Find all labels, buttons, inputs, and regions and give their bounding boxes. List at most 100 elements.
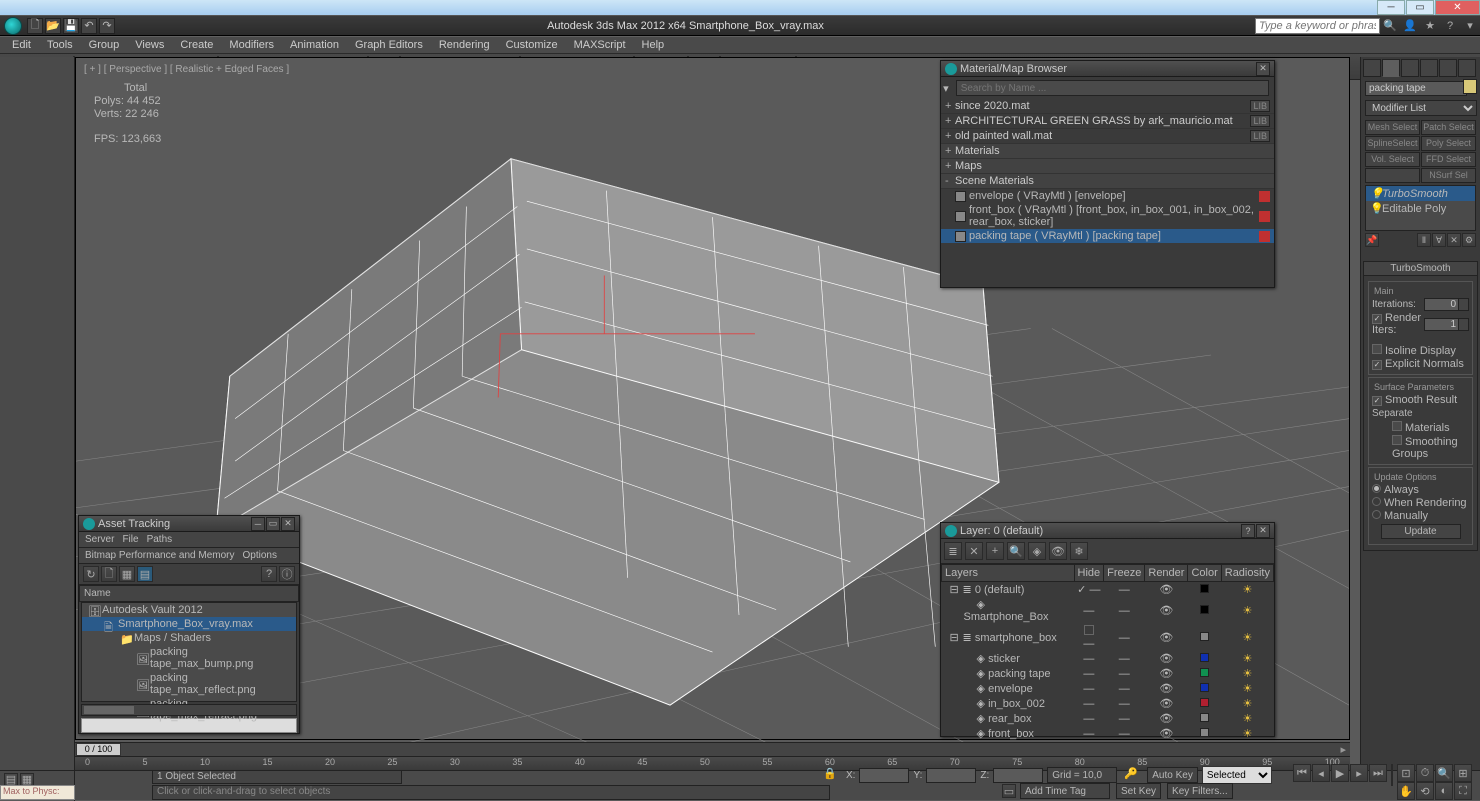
modify-tab[interactable] <box>1382 59 1400 77</box>
configure-button[interactable]: ⚙ <box>1462 233 1476 247</box>
asset-tree-item[interactable]: 📁Maps / Shaders <box>82 631 296 645</box>
layer-col-hide[interactable]: Hide <box>1074 565 1104 582</box>
layer-row[interactable]: ⊟ ≣ smartphone_box ——👁☀ <box>942 624 1274 651</box>
update-manual-radio[interactable] <box>1372 510 1381 519</box>
layer-hide-button[interactable]: 👁 <box>1049 542 1067 560</box>
asset-tree-item[interactable]: 🖼packing tape_max_reflect.png <box>82 671 296 697</box>
maximize-icon[interactable]: ▭ <box>266 517 280 531</box>
display-tab[interactable] <box>1439 59 1457 77</box>
layer-table[interactable]: LayersHideFreezeRenderColorRadiosity⊟ ≣ … <box>941 564 1274 756</box>
layer-row[interactable]: ◈ sticker ——👁☀ <box>942 651 1274 666</box>
spinner-arrows-icon[interactable] <box>1459 318 1469 331</box>
help-search-input[interactable] <box>1255 18 1380 34</box>
layer-freeze-button[interactable]: ❄ <box>1070 542 1088 560</box>
layer-new-button[interactable]: ≣ <box>944 542 962 560</box>
modifier-preset-button[interactable]: Patch Select <box>1421 120 1476 135</box>
orbit-button[interactable]: ⟲ <box>1416 782 1434 800</box>
sep-sg-check[interactable] <box>1392 435 1402 445</box>
next-frame-button[interactable]: ▸ <box>1350 764 1368 782</box>
maxscript-mini-listener[interactable]: Max to Physc: <box>0 785 75 800</box>
asset-tree-item[interactable]: 🖼packing tape_max_bump.png <box>82 645 296 671</box>
modifier-preset-button[interactable]: SplineSelect <box>1365 136 1420 151</box>
isoline-check[interactable] <box>1372 344 1382 354</box>
layer-row[interactable]: ◈ rear_box ——👁☀ <box>942 711 1274 726</box>
layer-select-button[interactable]: 🔍 <box>1007 542 1025 560</box>
coord-x-input[interactable] <box>859 768 909 783</box>
explicit-normals-check[interactable]: ✓ <box>1372 360 1382 370</box>
asset-menu-server[interactable]: Server <box>85 534 114 545</box>
menu-grapheditors[interactable]: Graph Editors <box>347 39 431 51</box>
pin-stack-button[interactable]: 📌 <box>1365 233 1379 247</box>
qa-open-button[interactable]: 📂 <box>45 18 61 34</box>
qa-new-button[interactable]: 🗋 <box>27 18 43 34</box>
asset-tree[interactable]: 🗄Autodesk Vault 2012🗎Smartphone_Box_vray… <box>81 602 297 702</box>
material-lib-row[interactable]: +old painted wall.matLIB <box>941 129 1274 144</box>
iterations-input[interactable] <box>1424 298 1459 311</box>
asset-menu-item[interactable]: Bitmap Performance and Memory <box>85 550 235 561</box>
asset-tree-item[interactable]: 🗎Smartphone_Box_vray.max <box>82 617 296 631</box>
asset-menu-item[interactable]: Options <box>243 550 277 561</box>
prev-frame-button[interactable]: ◂ <box>1312 764 1330 782</box>
sep-materials-check[interactable] <box>1392 421 1402 431</box>
modifier-stack-item[interactable]: 💡Editable Poly <box>1366 201 1475 216</box>
play-button[interactable]: ▶ <box>1331 764 1349 782</box>
autokey-button[interactable]: Auto Key <box>1147 767 1198 783</box>
menu-views[interactable]: Views <box>127 39 172 51</box>
material-search-input[interactable] <box>956 80 1269 96</box>
layer-row[interactable]: ◈ Smartphone_Box ——👁☀ <box>942 597 1274 624</box>
modifier-preset-button[interactable]: NSurf Sel <box>1421 168 1476 183</box>
layer-delete-button[interactable]: ✕ <box>965 542 983 560</box>
minimize-icon[interactable]: ─ <box>251 517 265 531</box>
modifier-preset-button[interactable]: FFD Select <box>1421 152 1476 167</box>
isolate-button[interactable]: ⊡ <box>1397 764 1415 782</box>
maximize-viewport-button[interactable]: ⛶ <box>1454 782 1472 800</box>
menu-maxscript[interactable]: MAXScript <box>566 39 634 51</box>
menu-create[interactable]: Create <box>172 39 221 51</box>
fov-button[interactable]: ◐ <box>1435 782 1453 800</box>
key-filter-select[interactable]: Selected <box>1202 766 1272 784</box>
render-iters-input[interactable] <box>1424 318 1459 331</box>
asset-list-button[interactable]: ▤ <box>137 566 153 582</box>
qa-save-button[interactable]: 💾 <box>63 18 79 34</box>
layer-row[interactable]: ⊟ ≣ 0 (default)✓ ——👁☀ <box>942 582 1274 598</box>
lock-icon[interactable]: 🔒 <box>823 767 839 783</box>
render-iters-check[interactable]: ✓ <box>1372 314 1382 324</box>
layer-col-freeze[interactable]: Freeze <box>1104 565 1145 582</box>
layer-col-render[interactable]: Render <box>1145 565 1188 582</box>
asset-grid-button[interactable]: ▦ <box>119 566 135 582</box>
layer-highlight-button[interactable]: ◈ <box>1028 542 1046 560</box>
modifier-preset-button[interactable]: Vol. Select <box>1365 152 1420 167</box>
asset-menu-file[interactable]: File <box>122 534 138 545</box>
modifier-preset-button[interactable] <box>1365 168 1420 183</box>
zoom-button[interactable]: 🔍 <box>1435 764 1453 782</box>
coord-z-input[interactable] <box>993 768 1043 783</box>
search-icon[interactable]: 🔍 <box>1382 18 1398 34</box>
goto-start-button[interactable]: ⏮ <box>1293 764 1311 782</box>
update-button[interactable]: Update <box>1381 524 1461 539</box>
qa-redo-button[interactable]: ↷ <box>99 18 115 34</box>
material-lib-row[interactable]: +since 2020.matLIB <box>941 99 1274 114</box>
modifier-stack-item[interactable]: 💡TurboSmooth <box>1366 186 1475 201</box>
layer-row[interactable]: ◈ envelope ——👁☀ <box>942 681 1274 696</box>
coord-y-input[interactable] <box>926 768 976 783</box>
asset-menu-paths[interactable]: Paths <box>147 534 173 545</box>
show-end-result-button[interactable]: Ⅱ <box>1417 233 1431 247</box>
window-minimize-button[interactable]: ─ <box>1377 0 1405 15</box>
app-logo-icon[interactable] <box>4 17 22 35</box>
goto-end-button[interactable]: ⏭ <box>1369 764 1387 782</box>
menu-animation[interactable]: Animation <box>282 39 347 51</box>
viewport-label[interactable]: [ + ] [ Perspective ] [ Realistic + Edge… <box>84 64 289 75</box>
scene-material-row[interactable]: packing tape ( VRayMtl ) [packing tape] <box>941 229 1274 243</box>
favorites-icon[interactable]: ★ <box>1422 18 1438 34</box>
add-timetag-button[interactable]: Add Time Tag <box>1020 783 1110 799</box>
modifier-preset-button[interactable]: Poly Select <box>1421 136 1476 151</box>
zoom-all-button[interactable]: ⊞ <box>1454 764 1472 782</box>
menu-help[interactable]: Help <box>634 39 673 51</box>
modifier-list-select[interactable]: Modifier List <box>1365 100 1477 116</box>
keyfilters-button[interactable]: Key Filters... <box>1167 783 1233 799</box>
asset-tree-item[interactable]: 🗄Autodesk Vault 2012 <box>82 603 296 617</box>
utilities-tab[interactable] <box>1458 59 1476 77</box>
close-icon[interactable]: ✕ <box>281 517 295 531</box>
layer-add-button[interactable]: + <box>986 542 1004 560</box>
motion-tab[interactable] <box>1420 59 1438 77</box>
